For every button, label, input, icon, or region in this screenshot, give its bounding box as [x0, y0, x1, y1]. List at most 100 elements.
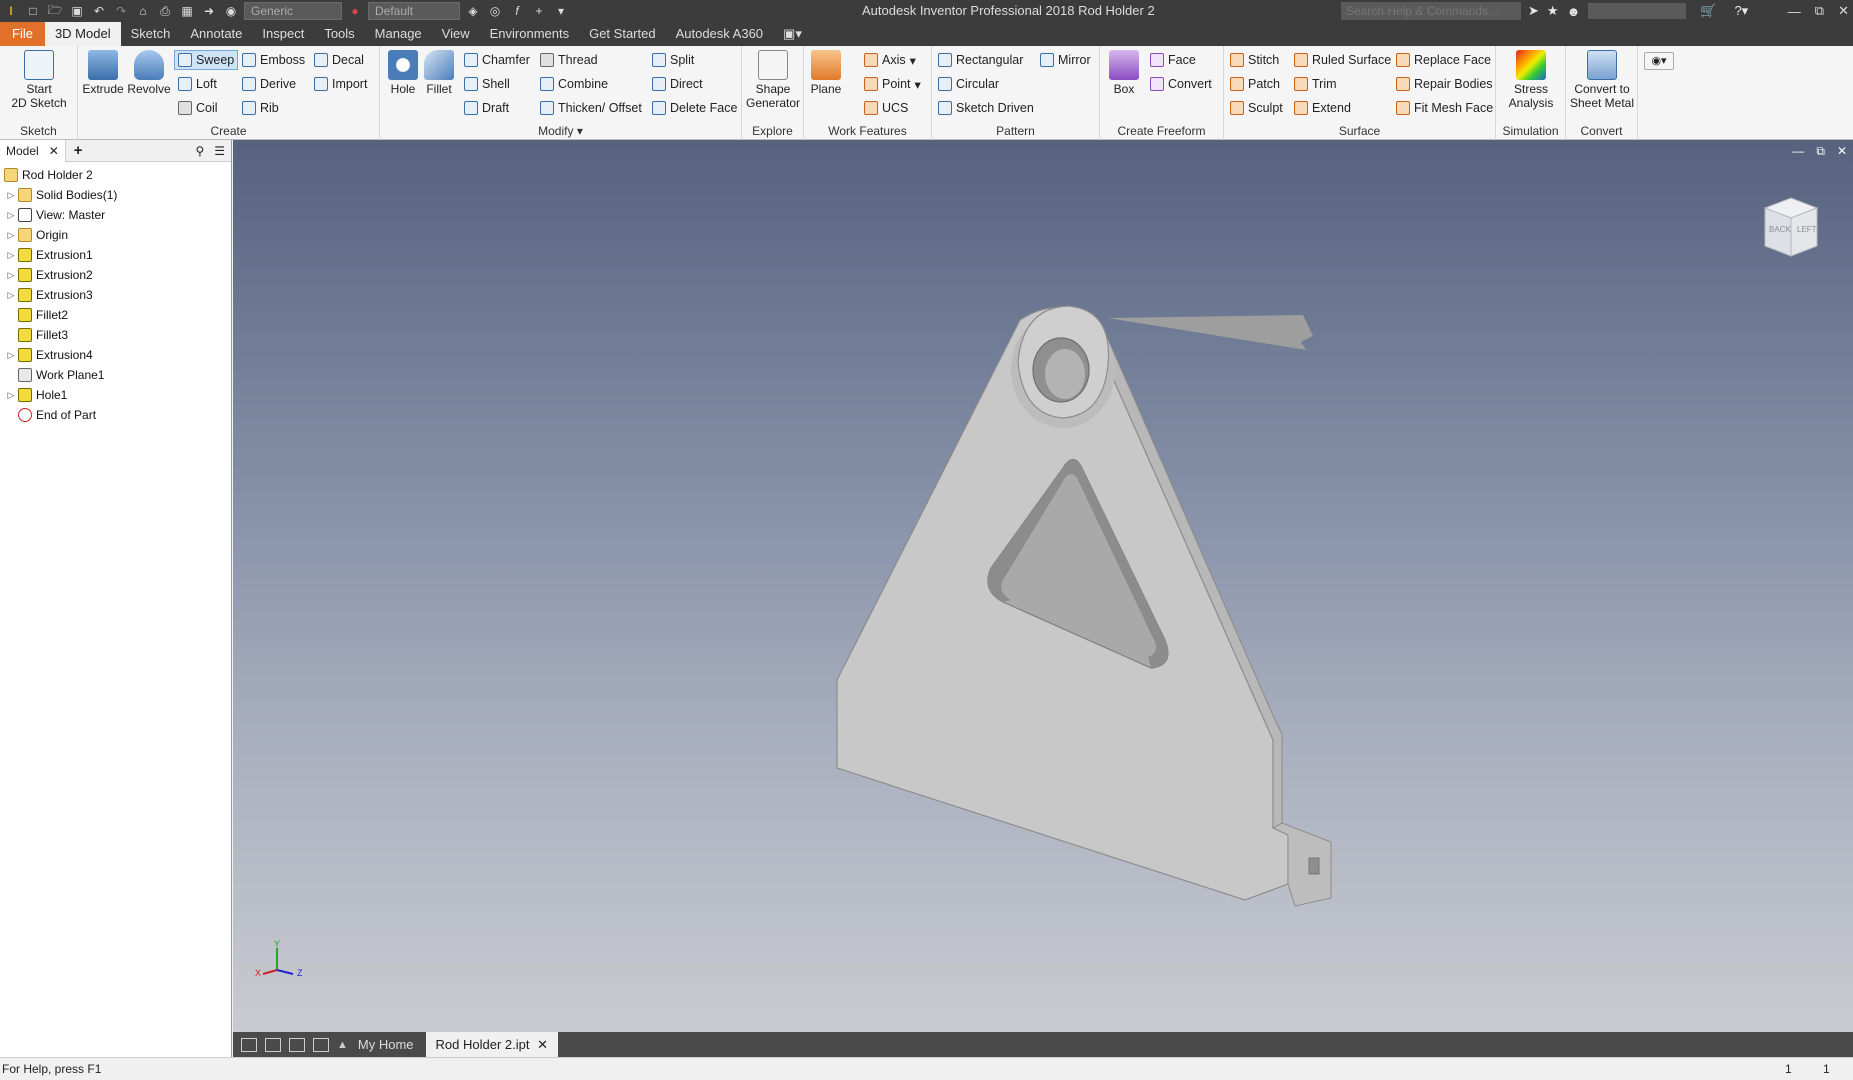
save-icon[interactable]: ▣: [68, 2, 86, 20]
tab-3d-model[interactable]: 3D Model: [44, 22, 121, 46]
point-button[interactable]: Point ▾: [864, 74, 921, 94]
import-button[interactable]: Import: [314, 74, 367, 94]
draft-button[interactable]: Draft: [464, 98, 509, 118]
sculpt-button[interactable]: Sculpt: [1230, 98, 1283, 118]
ucs-button[interactable]: UCS: [864, 98, 908, 118]
close-icon[interactable]: ✕: [1838, 3, 1849, 19]
favorite-icon[interactable]: ★: [1547, 3, 1559, 19]
tab-my-home[interactable]: My Home: [348, 1032, 424, 1057]
close-tab-icon[interactable]: ✕: [49, 140, 59, 162]
tab-list-icon[interactable]: ▲: [337, 1039, 348, 1051]
convert-freeform-button[interactable]: Convert: [1150, 74, 1212, 94]
appearance-dropdown[interactable]: Default: [368, 2, 460, 20]
tile-vertical-icon[interactable]: [313, 1037, 329, 1052]
viewcube[interactable]: BACK LEFT: [1755, 194, 1825, 264]
file-menu[interactable]: File: [0, 22, 45, 46]
plane-button[interactable]: Plane: [808, 50, 844, 96]
expand-icon[interactable]: ▷: [6, 350, 16, 361]
update-icon[interactable]: ▦: [178, 2, 196, 20]
stitch-button[interactable]: Stitch: [1230, 50, 1279, 70]
loft-button[interactable]: Loft: [178, 74, 217, 94]
trim-button[interactable]: Trim: [1294, 74, 1337, 94]
expand-icon[interactable]: ▷: [6, 390, 16, 401]
help-search-input[interactable]: [1341, 2, 1521, 20]
user-name-field[interactable]: [1588, 3, 1687, 19]
tree-item-fillet2[interactable]: Fillet2: [0, 305, 231, 325]
cart-icon[interactable]: 🛒: [1700, 3, 1716, 19]
print-icon[interactable]: ⎙: [156, 2, 174, 20]
graphics-viewport[interactable]: — ⧉ ✕ BACK LEFT Y X Z: [233, 140, 1853, 1032]
split-button[interactable]: Split: [652, 50, 694, 70]
adjust-icon[interactable]: ◈: [464, 2, 482, 20]
tab-view[interactable]: View: [432, 22, 480, 46]
minimize-icon[interactable]: —: [1788, 4, 1801, 19]
select-icon[interactable]: ➜: [200, 2, 218, 20]
expand-icon[interactable]: ▷: [6, 210, 16, 221]
expand-icon[interactable]: ▷: [6, 230, 16, 241]
box-button[interactable]: Box: [1106, 50, 1142, 96]
tree-item-origin[interactable]: ▷ Origin: [0, 225, 231, 245]
delete-face-button[interactable]: Delete Face: [652, 98, 737, 118]
menu-icon[interactable]: ☰: [214, 144, 225, 158]
thread-button[interactable]: Thread: [540, 50, 598, 70]
tree-item-end-of-part[interactable]: End of Part: [0, 405, 231, 425]
thicken-offset-button[interactable]: Thicken/ Offset: [540, 98, 642, 118]
replace-face-button[interactable]: Replace Face: [1396, 50, 1491, 70]
parameters-icon[interactable]: f: [508, 2, 526, 20]
axis-button[interactable]: Axis ▾: [864, 50, 916, 70]
revolve-button[interactable]: Revolve: [126, 50, 172, 96]
tree-item-extrusion1[interactable]: ▷ Extrusion1: [0, 245, 231, 265]
tree-item-hole1[interactable]: ▷ Hole1: [0, 385, 231, 405]
clear-appearance-icon[interactable]: ◎: [486, 2, 504, 20]
expand-icon[interactable]: ▷: [6, 290, 16, 301]
tree-root[interactable]: Rod Holder 2: [0, 165, 231, 185]
convert-to-sheet-metal-button[interactable]: Convert to Sheet Metal: [1568, 50, 1636, 110]
tree-item-fillet3[interactable]: Fillet3: [0, 325, 231, 345]
tree-item-view-master[interactable]: ▷ View: Master: [0, 205, 231, 225]
ribbon-options-icon[interactable]: ▣▾: [773, 22, 812, 46]
tab-autodesk-a360[interactable]: Autodesk A360: [666, 22, 773, 46]
expand-icon[interactable]: ▷: [6, 270, 16, 281]
tree-item-work-plane1[interactable]: Work Plane1: [0, 365, 231, 385]
decal-button[interactable]: Decal: [314, 50, 364, 70]
expand-icon[interactable]: ▷: [6, 250, 16, 261]
tab-manage[interactable]: Manage: [365, 22, 432, 46]
fillet-button[interactable]: Fillet: [422, 50, 456, 96]
inventor-logo-icon[interactable]: I: [2, 2, 20, 20]
exchange-icon[interactable]: ➤: [1528, 3, 1539, 19]
tree-item-extrusion3[interactable]: ▷ Extrusion3: [0, 285, 231, 305]
tile-windows-icon[interactable]: [265, 1037, 281, 1052]
panel-label-modify[interactable]: Modify ▾: [380, 124, 741, 138]
restore-icon[interactable]: ⧉: [1815, 3, 1824, 19]
sketch-driven-pattern-button[interactable]: Sketch Driven: [938, 98, 1034, 118]
tab-get-started[interactable]: Get Started: [579, 22, 665, 46]
close-document-icon[interactable]: ✕: [537, 1037, 548, 1052]
extend-button[interactable]: Extend: [1294, 98, 1351, 118]
rectangular-pattern-button[interactable]: Rectangular: [938, 50, 1023, 70]
tile-horizontal-icon[interactable]: [289, 1037, 305, 1052]
rib-button[interactable]: Rib: [242, 98, 279, 118]
browser-tab-model[interactable]: Model ✕: [0, 139, 66, 162]
repair-bodies-button[interactable]: Repair Bodies: [1396, 74, 1493, 94]
open-file-icon[interactable]: 🗁: [46, 2, 64, 20]
add-tab-icon[interactable]: +: [74, 142, 83, 159]
help-icon[interactable]: ?▾: [1734, 3, 1748, 19]
tab-inspect[interactable]: Inspect: [252, 22, 314, 46]
tree-item-extrusion2[interactable]: ▷ Extrusion2: [0, 265, 231, 285]
undo-icon[interactable]: ↶: [90, 2, 108, 20]
patch-button[interactable]: Patch: [1230, 74, 1280, 94]
emboss-button[interactable]: Emboss: [242, 50, 305, 70]
mirror-button[interactable]: Mirror: [1040, 50, 1091, 70]
hole-button[interactable]: Hole: [386, 50, 420, 96]
user-icon[interactable]: ☻: [1567, 4, 1581, 19]
chamfer-button[interactable]: Chamfer: [464, 50, 530, 70]
face-button[interactable]: Face: [1150, 50, 1196, 70]
ribbon-overflow-button[interactable]: ◉▾: [1644, 52, 1674, 70]
move-icon[interactable]: +: [530, 2, 548, 20]
fit-mesh-face-button[interactable]: Fit Mesh Face: [1396, 98, 1493, 118]
customize-qat-icon[interactable]: ▾: [552, 2, 570, 20]
search-icon[interactable]: ⚲: [195, 144, 204, 158]
appearance-icon[interactable]: ●: [346, 2, 364, 20]
tab-sketch[interactable]: Sketch: [121, 22, 181, 46]
circular-pattern-button[interactable]: Circular: [938, 74, 999, 94]
